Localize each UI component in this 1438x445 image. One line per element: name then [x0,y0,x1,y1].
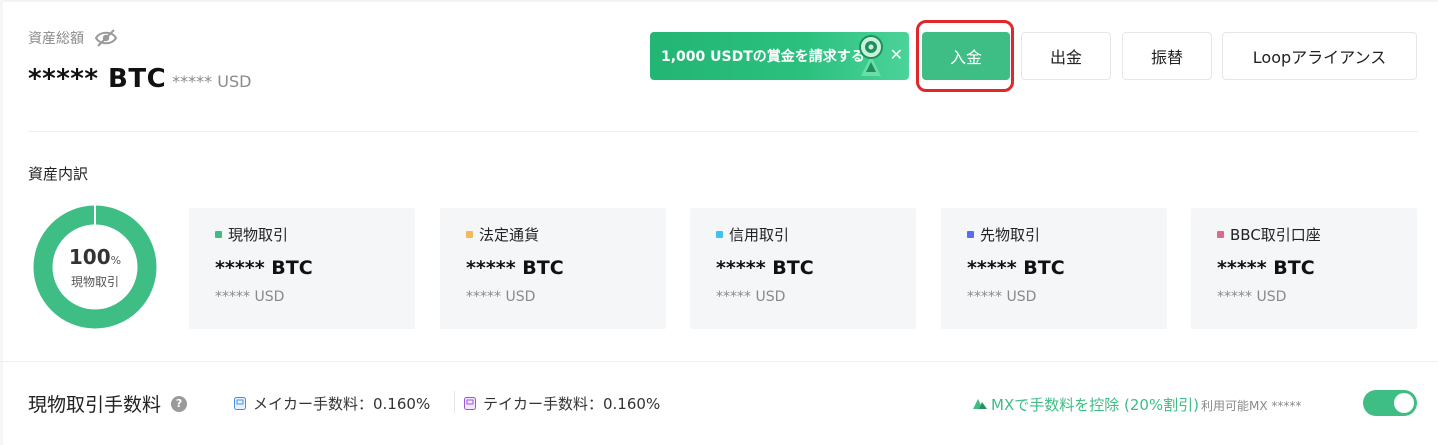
card-name: 信用取引 [729,226,790,244]
toggle-knob [1394,393,1414,413]
card-btc-value: ***** BTC [716,257,814,279]
section-divider [0,361,1438,362]
taker-fee: テイカー手数料：0.160% [464,393,660,414]
mx-available-text: 利用可能MX ***** [1201,399,1302,413]
account-card-spot[interactable]: 現物取引 ***** BTC ***** USD [189,208,415,329]
donut-label: 現物取引 [70,274,119,289]
gift-coin-icon [859,35,883,76]
deposit-highlight-marker [916,20,1014,92]
maker-fee: メイカー手数料：0.160% [234,393,430,414]
card-name: 法定通貨 [479,226,540,244]
account-card-fiat[interactable]: 法定通貨 ***** BTC ***** USD [440,208,666,329]
top-border [0,0,1438,2]
total-usd-value: ***** USD [172,72,252,91]
total-assets-title: 資産総額 [28,31,84,47]
account-card-futures[interactable]: 先物取引 ***** BTC ***** USD [941,208,1167,329]
card-usd-value: ***** USD [215,289,285,305]
card-usd-value: ***** USD [1217,289,1287,305]
futures-color-dot [967,231,974,238]
asset-breakdown-title: 資産内訳 [28,165,89,183]
taker-fee-text: テイカー手数料：0.160% [483,395,661,413]
card-btc-value: ***** BTC [1217,257,1315,279]
transfer-button[interactable]: 振替 [1122,32,1212,80]
maker-icon [234,397,246,410]
donut-percent: 100% [68,244,122,269]
left-border [0,0,3,445]
maker-fee-text: メイカー手数料：0.160% [253,395,431,413]
total-assets-value: ***** BTC ***** USD [28,64,251,94]
section-divider [28,131,1418,132]
card-name: 先物取引 [980,226,1041,244]
eye-slash-icon[interactable] [94,28,118,48]
mx-deduction-toggle[interactable] [1363,390,1417,416]
promo-banner[interactable]: 1,000 USDTの賞金を請求する ✕ [650,32,909,80]
mx-discount: MXで手数料を控除 (20%割引) 利用可能MX ***** [973,394,1301,415]
mx-discount-text: MXで手数料を控除 (20%割引) [991,396,1200,414]
promo-label: 1,000 USDTの賞金を請求する [661,49,865,65]
bbc-color-dot [1217,231,1224,238]
card-btc-value: ***** BTC [967,257,1065,279]
card-btc-value: ***** BTC [215,257,313,279]
loop-alliance-button[interactable]: Loopアライアンス [1222,32,1417,80]
help-icon[interactable]: ? [171,395,188,412]
card-name: 現物取引 [228,226,289,244]
spot-fee-title-text: 現物取引手数料 [28,394,162,416]
spot-color-dot [215,231,222,238]
card-btc-value: ***** BTC [466,257,564,279]
account-card-bbc[interactable]: BBC取引口座 ***** BTC ***** USD [1191,208,1417,329]
total-btc-value: ***** BTC [28,64,167,94]
total-assets-label: 資産総額 [28,28,118,48]
mx-logo-icon [973,399,987,409]
card-usd-value: ***** USD [967,289,1037,305]
margin-color-dot [716,231,723,238]
close-icon[interactable]: ✕ [890,45,903,64]
spot-fee-title: 現物取引手数料 ? [28,390,188,417]
taker-icon [464,397,476,410]
account-card-margin[interactable]: 信用取引 ***** BTC ***** USD [690,208,916,329]
donut-center: 100% 現物取引 [33,205,157,329]
card-usd-value: ***** USD [466,289,536,305]
withdraw-button[interactable]: 出金 [1021,32,1111,80]
card-name: BBC取引口座 [1230,226,1321,244]
fee-separator [454,391,455,413]
card-usd-value: ***** USD [716,289,786,305]
fiat-color-dot [466,231,473,238]
